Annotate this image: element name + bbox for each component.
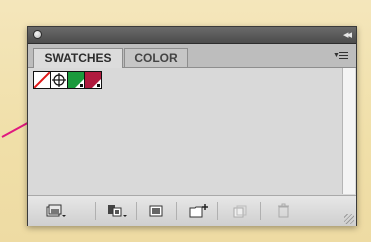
spot-dot <box>80 84 83 87</box>
panel-title-bar[interactable]: ◂◂ <box>28 27 356 44</box>
collapse-icon[interactable]: ◂◂ <box>343 28 352 42</box>
new-color-group-icon[interactable] <box>187 202 211 220</box>
registration-icon <box>52 73 66 87</box>
swatch-libraries-menu-icon[interactable] <box>44 202 68 220</box>
swatch-list <box>29 68 343 194</box>
vertical-scrollbar[interactable] <box>342 68 355 194</box>
new-swatch-icon[interactable] <box>227 202 251 220</box>
toolbar-separator <box>217 202 218 220</box>
spot-dot <box>97 84 100 87</box>
tab-swatches[interactable]: SWATCHES <box>33 48 123 68</box>
swatches-panel: ◂◂ SWATCHES COLOR ▼ <box>27 26 357 226</box>
toolbar-separator <box>260 202 261 220</box>
toolbar-separator <box>176 202 177 220</box>
registration-swatch[interactable] <box>50 71 68 89</box>
delete-swatch-icon[interactable] <box>271 202 295 220</box>
crimson-swatch[interactable] <box>84 71 102 89</box>
panel-tab-strip: SWATCHES COLOR ▼ <box>28 44 356 68</box>
resize-grip-icon[interactable] <box>344 214 354 224</box>
toolbar-separator <box>136 202 137 220</box>
swatch-options-icon[interactable] <box>144 202 168 220</box>
toolbar-separator <box>95 202 96 220</box>
none-swatch-icon[interactable] <box>33 71 51 89</box>
close-icon[interactable] <box>33 30 42 39</box>
show-swatch-kinds-menu-icon[interactable] <box>105 202 129 220</box>
green-swatch[interactable] <box>67 71 85 89</box>
tab-color[interactable]: COLOR <box>124 48 188 67</box>
panel-bottom-toolbar <box>28 195 356 226</box>
panel-menu-icon[interactable]: ▼ <box>333 50 349 62</box>
